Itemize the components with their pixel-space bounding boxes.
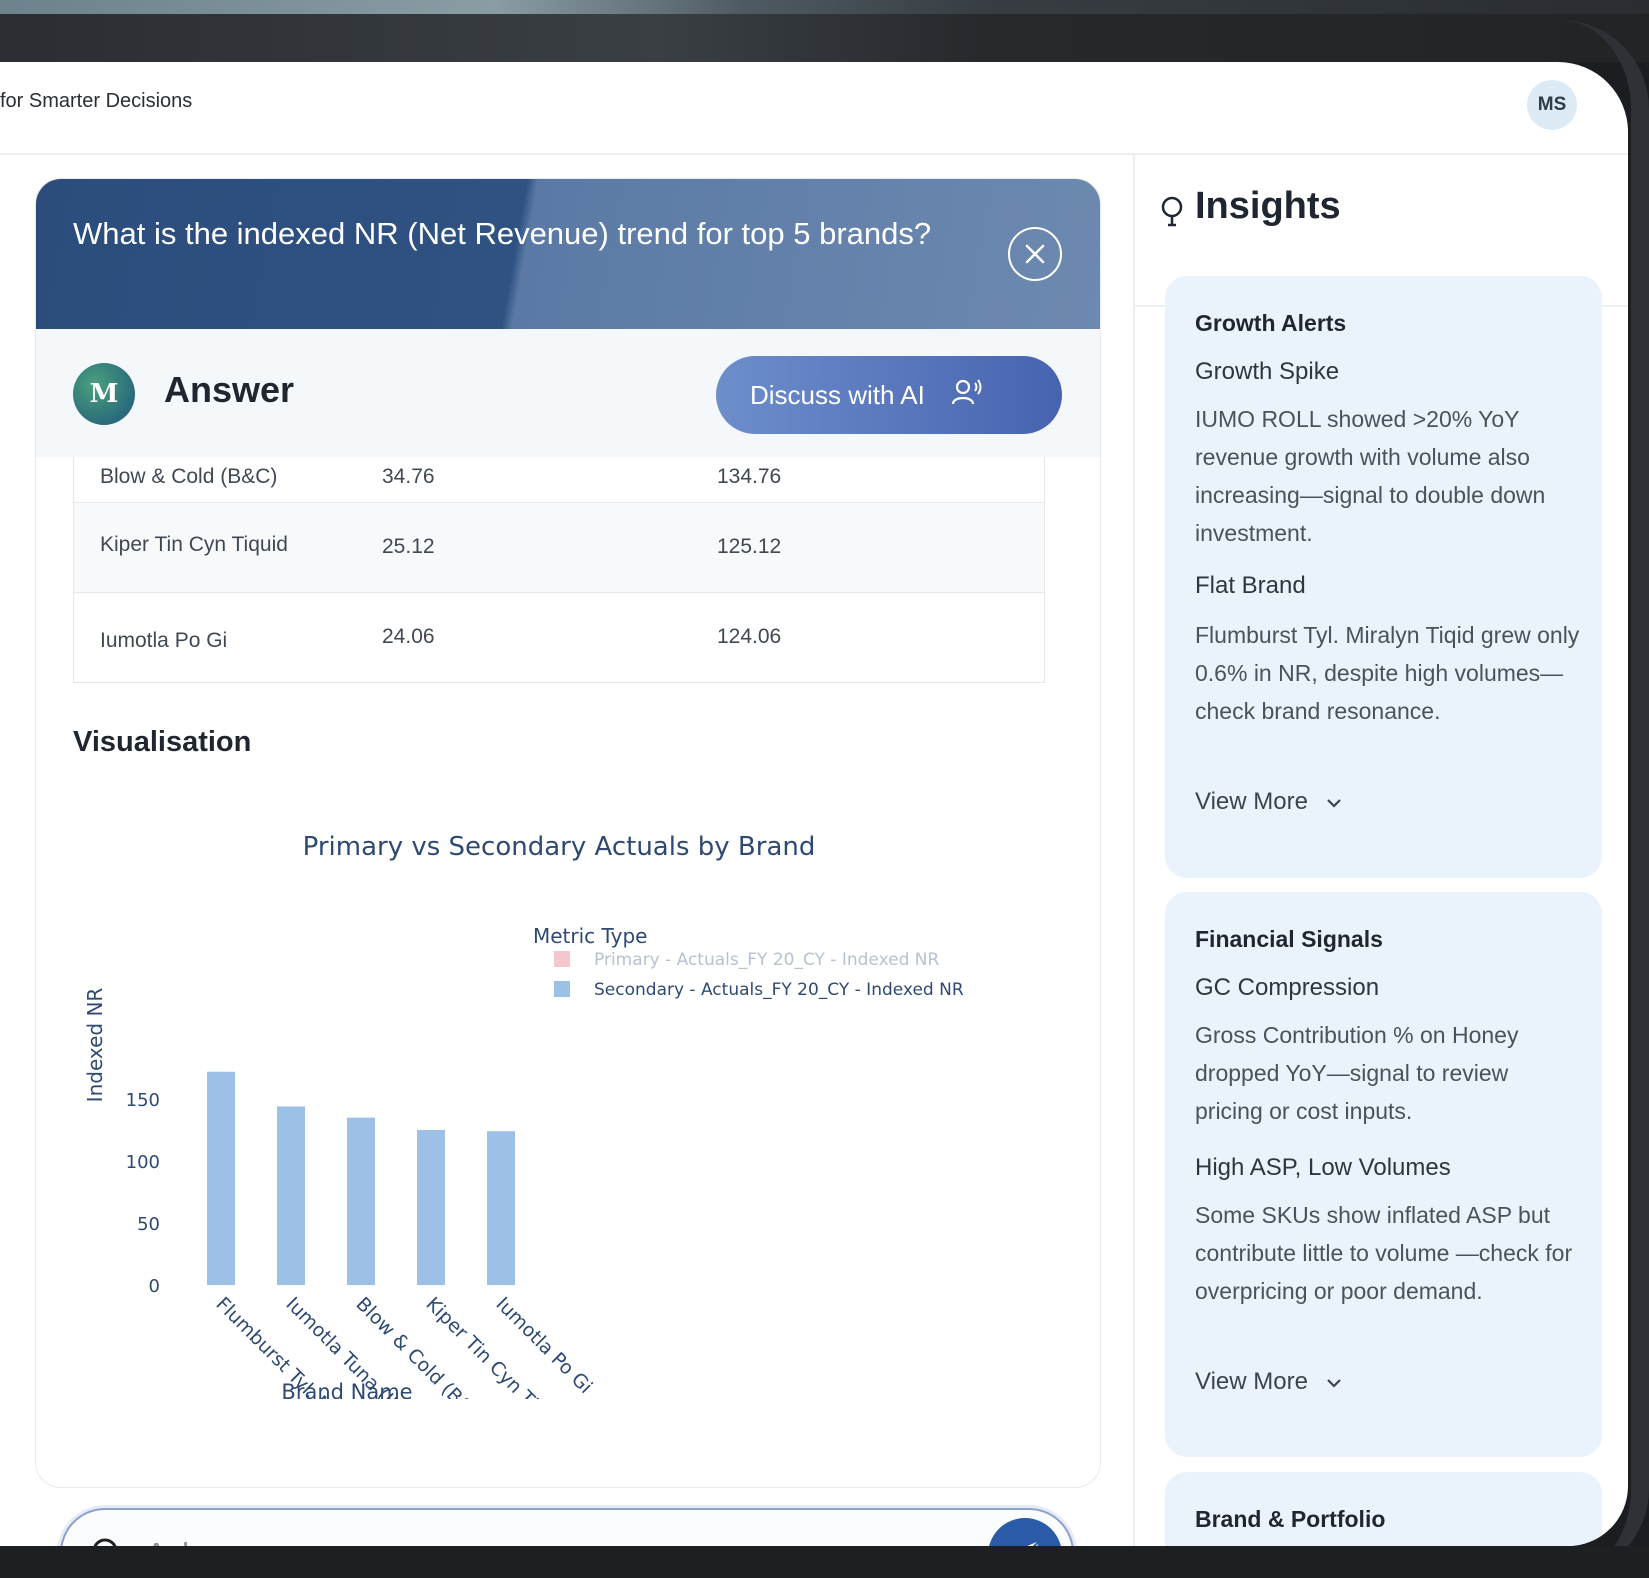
legend-entry[interactable]: Primary - Actuals_FY 20_CY - Indexed NR [594, 950, 939, 970]
chevron-down-icon [1326, 1379, 1341, 1388]
insight-body: IUMO ROLL showed >20% YoY revenue growth… [1195, 406, 1546, 546]
query-input[interactable] [146, 1530, 946, 1546]
chart-y-axis: 0 50 100 150 [126, 1090, 160, 1297]
discuss-button-label: Discuss with AI [750, 379, 925, 410]
table-cell-value: 25.12 [382, 535, 435, 558]
chart-bar[interactable] [417, 1130, 445, 1285]
legend-swatch [554, 981, 570, 997]
view-more-label: View More [1195, 788, 1308, 815]
insight-card-brand-portfolio: Brand & Portfolio [1165, 1472, 1602, 1546]
insight-title: GC Compression [1195, 974, 1380, 1001]
table-cell-brand: Blow & Cold (B&C) [100, 465, 278, 488]
insight-title: High ASP, Low Volumes [1195, 1154, 1451, 1181]
chart-y-axis-label: Indexed NR [83, 988, 107, 1103]
insight-category: Financial Signals [1195, 926, 1383, 952]
chart-bar[interactable] [207, 1071, 235, 1285]
table-cell-value: 34.76 [382, 465, 435, 488]
insight-category: Growth Alerts [1195, 310, 1347, 336]
insight-category: Brand & Portfolio [1195, 1506, 1386, 1532]
insight-body: Some SKUs show inflated ASP but contribu… [1195, 1202, 1573, 1304]
answer-bar: M Answer Discuss with AI [36, 329, 1100, 457]
chart-legend-title: Metric Type [533, 924, 647, 948]
send-button[interactable] [988, 1518, 1062, 1546]
visualisation-heading: Visualisation [73, 726, 252, 758]
legend-entry[interactable]: Secondary - Actuals_FY 20_CY - Indexed N… [594, 980, 964, 1000]
y-tick-label: 100 [126, 1152, 160, 1173]
insights-title: Insights [1195, 185, 1341, 227]
discuss-with-ai-button[interactable]: Discuss with AI [716, 356, 1062, 434]
device-top-bezel [0, 0, 1649, 62]
table-cell-indexed: 134.76 [717, 465, 782, 488]
question-banner: What is the indexed NR (Net Revenue) tre… [36, 179, 1100, 329]
bar-chart: Primary vs Secondary Actuals by Brand In… [83, 832, 964, 1399]
assistant-logo: M [73, 363, 135, 425]
search-icon [93, 1538, 117, 1546]
insight-body: Flumburst Tyl. Miralyn Tiqid grew only 0… [1195, 622, 1580, 724]
chevron-down-icon [1326, 799, 1341, 808]
insight-title: Flat Brand [1195, 572, 1306, 599]
device-bottom-bezel [0, 1546, 1649, 1578]
view-more-link[interactable]: View More [1195, 1368, 1343, 1396]
chart-bar[interactable] [487, 1131, 515, 1285]
insight-body: Gross Contribution % on Honey dropped Yo… [1195, 1022, 1519, 1124]
answer-card: What is the indexed NR (Net Revenue) tre… [35, 178, 1101, 1488]
chart-bar[interactable] [277, 1106, 305, 1285]
legend-swatch [554, 951, 570, 967]
chart-legend: Primary - Actuals_FY 20_CY - Indexed NR S… [554, 950, 964, 1000]
view-more-label: View More [1195, 1368, 1308, 1395]
table-row: Iumotla Po Gi 24.06 124.06 [74, 593, 1044, 683]
chart-title: Primary vs Secondary Actuals by Brand [303, 832, 816, 862]
y-tick-label: 150 [126, 1090, 160, 1111]
table-row: Blow & Cold (B&C) 34.76 134.76 [74, 457, 1044, 503]
app-header: for Smarter Decisions MS [0, 62, 1628, 155]
close-question-button[interactable] [1008, 227, 1062, 281]
device-side-bezel [1560, 20, 1649, 1578]
insight-card-financial-signals: Financial Signals GC Compression Gross C… [1165, 892, 1602, 1457]
table-cell-value: 24.06 [382, 625, 435, 648]
app-tagline: for Smarter Decisions [0, 90, 193, 112]
y-tick-label: 0 [149, 1276, 160, 1297]
query-bar [60, 1508, 1074, 1546]
y-tick-label: 50 [137, 1214, 160, 1235]
table-cell-indexed: 125.12 [717, 535, 782, 558]
sidebar-divider [1133, 155, 1135, 1546]
question-text: What is the indexed NR (Net Revenue) tre… [73, 216, 932, 251]
chart-bars [207, 1071, 515, 1285]
send-icon [1027, 1540, 1040, 1546]
table-cell-brand: Iumotla Po Gi [100, 629, 228, 652]
insight-title: Growth Spike [1195, 358, 1340, 385]
lightbulb-icon [1161, 196, 1183, 227]
insight-card-growth-alerts: Growth Alerts Growth Spike IUMO ROLL sho… [1165, 276, 1602, 878]
view-more-link[interactable]: View More [1195, 788, 1343, 816]
answer-heading: Answer [164, 369, 295, 410]
results-table: Blow & Cold (B&C) 34.76 134.76 Kiper Tin… [73, 457, 1045, 683]
table-cell-brand: Kiper Tin Cyn Tiquid [100, 533, 288, 556]
chart-bar[interactable] [347, 1117, 375, 1285]
table-row: Kiper Tin Cyn Tiquid 25.12 125.12 [74, 503, 1044, 593]
app-screen: for Smarter Decisions MS What is the ind… [0, 62, 1628, 1546]
table-cell-indexed: 124.06 [717, 625, 782, 648]
close-icon [1025, 244, 1045, 264]
voice-user-icon [951, 378, 985, 413]
